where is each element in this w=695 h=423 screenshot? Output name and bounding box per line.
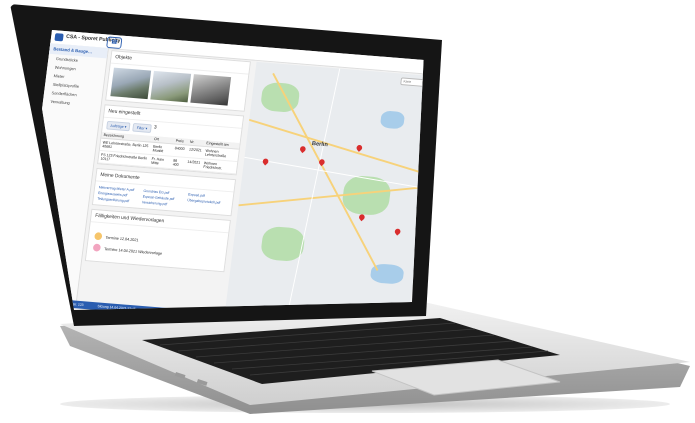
document-link[interactable]: Teilungserklärung.pdf bbox=[97, 197, 138, 204]
due-date-text: Termine 12.04.2021 bbox=[105, 234, 139, 242]
road bbox=[244, 156, 424, 190]
due-date-text: Termine 14.04.2021 Wiedervorlage bbox=[103, 245, 163, 256]
lake bbox=[379, 110, 406, 130]
documents-card: Meine Dokumente Mietvertrag Mieter A.pdf… bbox=[91, 167, 237, 217]
cell-date: Wohnen Friedrichstr. bbox=[201, 158, 238, 174]
cell-place: Fr. Hain Mitte bbox=[148, 154, 172, 169]
document-link[interactable]: Übergabeprotokoll.pdf bbox=[187, 198, 228, 205]
result-count: 3 bbox=[153, 124, 157, 131]
app-logo-icon bbox=[54, 33, 64, 42]
map-city-label: Berlin bbox=[311, 141, 329, 149]
road bbox=[238, 186, 424, 206]
map-view[interactable]: Karte Berlin bbox=[225, 61, 424, 310]
map-pin-icon[interactable] bbox=[261, 157, 270, 166]
cell-nr: 14/2021 bbox=[184, 157, 203, 172]
due-dates-card: Fälligkeiten und Wiedervorlagen Termine … bbox=[84, 208, 231, 273]
object-photo[interactable] bbox=[110, 67, 152, 100]
object-photo[interactable] bbox=[190, 74, 232, 106]
phone-icon: ☎ bbox=[110, 39, 119, 46]
cell-name: FS 123 Friedrichstraße Berlin 10117 bbox=[98, 150, 151, 167]
document-link[interactable]: Versicherung.pdf bbox=[142, 200, 183, 207]
app-window: CSA - Sporet Publicity ☎ Bestand & Bauge… bbox=[28, 30, 424, 310]
filter-dropdown[interactable]: Filter ▾ bbox=[132, 122, 152, 133]
main-content: Objekte Neu eingestellt Aufträge ▾ Filte… bbox=[80, 50, 251, 310]
map-pin-icon[interactable] bbox=[298, 145, 307, 154]
orders-dropdown[interactable]: Aufträge ▾ bbox=[106, 120, 131, 132]
objects-card: Objekte bbox=[105, 50, 251, 112]
map-pin-icon[interactable] bbox=[393, 227, 402, 236]
reminder-icon bbox=[92, 243, 102, 252]
laptop-scene: CSA - Sporet Publicity ☎ Bestand & Bauge… bbox=[0, 0, 695, 423]
calendar-icon bbox=[94, 232, 103, 241]
object-photo[interactable] bbox=[150, 70, 192, 103]
new-listings-card: Neu eingestellt Aufträge ▾ Filter ▾ 3 Be… bbox=[97, 104, 245, 176]
screen: CSA - Sporet Publicity ☎ Bestand & Bauge… bbox=[28, 20, 424, 310]
